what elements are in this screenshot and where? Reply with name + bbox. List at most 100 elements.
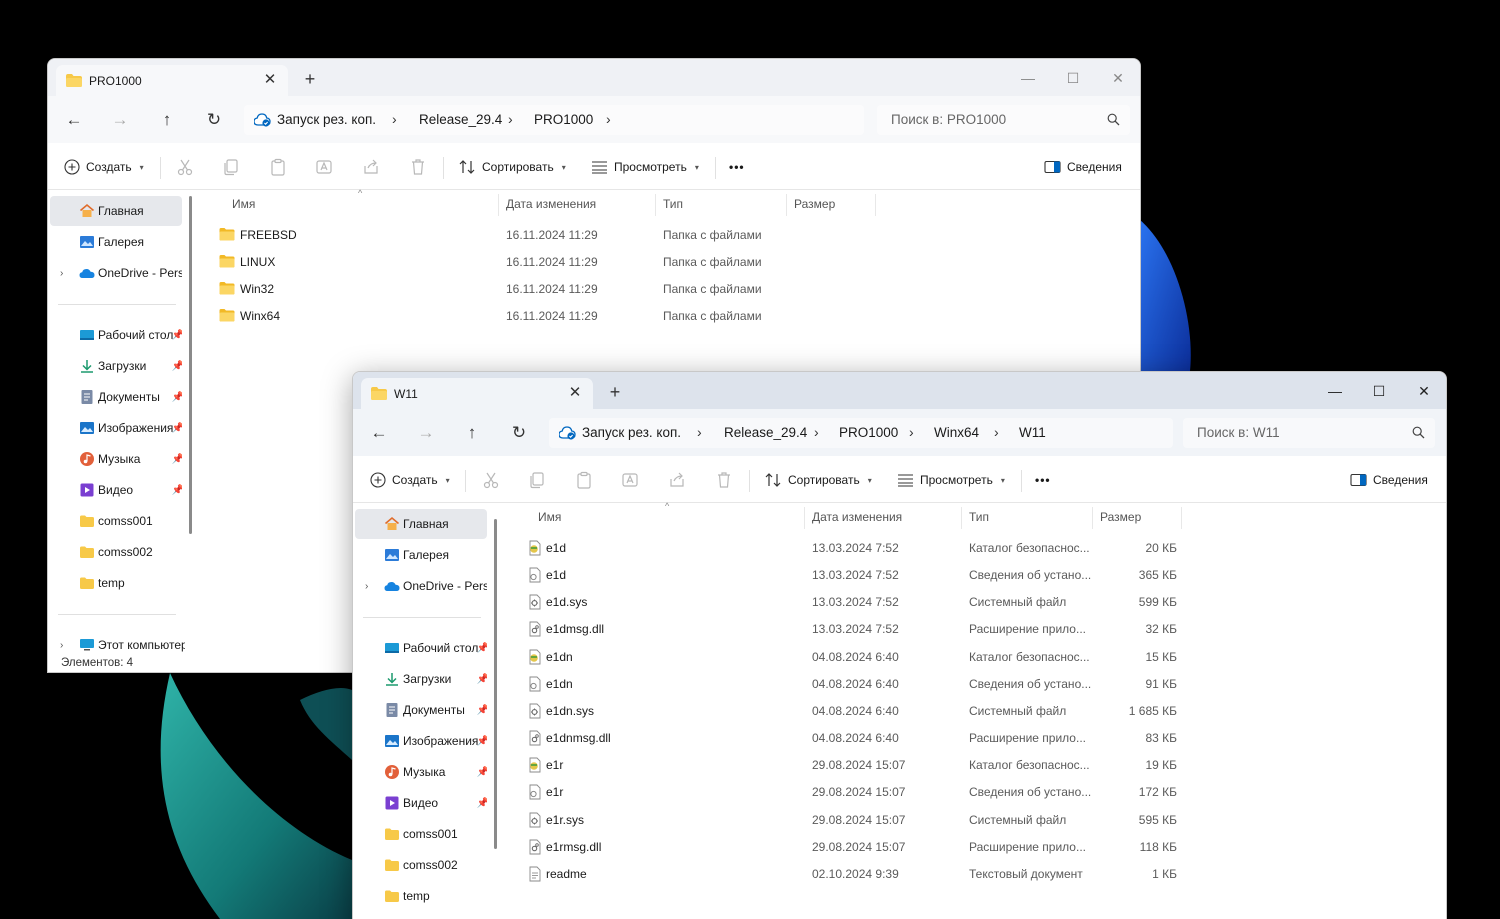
details-button[interactable]: Сведения [1350, 469, 1428, 491]
paste-icon[interactable] [574, 470, 594, 490]
view-button[interactable]: Просмотреть ▾ [897, 469, 1005, 491]
file-row[interactable]: e1r 29.08.2024 15:07 Каталог безопаснос...… [503, 752, 1446, 779]
sidebar-scrollbar[interactable] [494, 519, 497, 849]
file-row[interactable]: e1dnmsg.dll 04.08.2024 6:40 Расширение при… [503, 725, 1446, 752]
chevron-right-icon[interactable]: › [508, 111, 513, 127]
rename-icon[interactable] [314, 157, 334, 177]
breadcrumb-item[interactable]: W11 [1019, 425, 1046, 440]
chevron-right-icon[interactable]: › [909, 424, 914, 440]
chevron-right-icon[interactable]: › [60, 640, 63, 651]
column-separator[interactable] [655, 194, 656, 216]
file-row[interactable]: e1dmsg.dll 13.03.2024 7:52 Расширение прил… [503, 616, 1446, 643]
paste-icon[interactable] [268, 157, 288, 177]
sidebar-item-videos[interactable]: Видео 📌 [355, 788, 487, 818]
maximize-button[interactable]: ☐ [1051, 65, 1095, 91]
sidebar-item-pictures[interactable]: Изображения 📌 [355, 726, 487, 756]
create-button[interactable]: Создать ▾ [64, 156, 144, 178]
column-header-date[interactable]: Дата изменения [812, 510, 902, 524]
rename-icon[interactable] [620, 470, 640, 490]
search-box[interactable]: Поиск в: PRO1000 [877, 105, 1130, 135]
chevron-right-icon[interactable]: › [994, 424, 999, 440]
sort-button[interactable]: Сортировать ▾ [459, 156, 566, 178]
chevron-right-icon[interactable]: › [697, 424, 702, 440]
breadcrumb-item[interactable]: Winx64 [934, 425, 979, 440]
breadcrumb-item[interactable]: PRO1000 [534, 112, 593, 127]
more-options-button[interactable]: ••• [1035, 469, 1051, 491]
close-window-button[interactable]: ✕ [1096, 65, 1140, 91]
chevron-right-icon[interactable]: › [392, 111, 397, 127]
create-button[interactable]: Создать ▾ [370, 469, 450, 491]
file-row[interactable]: e1rmsg.dll 29.08.2024 15:07 Расширение при… [503, 834, 1446, 861]
delete-icon[interactable] [714, 470, 734, 490]
column-separator[interactable] [875, 194, 876, 216]
sidebar-item-gallery[interactable]: Галерея [50, 227, 182, 257]
sidebar-item-documents[interactable]: Документы 📌 [355, 695, 487, 725]
forward-button[interactable]: → [413, 420, 439, 446]
file-row[interactable]: e1dn 04.08.2024 6:40 Каталог безопаснос...… [503, 644, 1446, 671]
sidebar-item-home[interactable]: Главная [50, 196, 182, 226]
breadcrumb-item[interactable]: Запуск рез. коп. [277, 112, 376, 127]
chevron-right-icon[interactable]: › [60, 268, 63, 279]
column-header-size[interactable]: Размер [1100, 510, 1141, 524]
sidebar-item-music[interactable]: Музыка 📌 [355, 757, 487, 787]
file-row[interactable]: e1dn 04.08.2024 6:40 Сведения об устано...… [503, 671, 1446, 698]
sidebar-item-home[interactable]: Главная [355, 509, 487, 539]
copy-icon[interactable] [527, 470, 547, 490]
breadcrumb-item[interactable]: Release_29.4 [419, 112, 502, 127]
file-row[interactable]: e1r 29.08.2024 15:07 Сведения об устано...… [503, 779, 1446, 806]
forward-button[interactable]: → [107, 107, 133, 133]
file-row[interactable]: e1d 13.03.2024 7:52 Каталог безопаснос... 2… [503, 535, 1446, 562]
search-box[interactable]: Поиск в: W11 [1183, 418, 1435, 448]
sidebar-item-onedrive[interactable]: › OneDrive - Personal [355, 571, 487, 601]
sort-button[interactable]: Сортировать ▾ [765, 469, 872, 491]
copy-icon[interactable] [221, 157, 241, 177]
refresh-button[interactable]: ↻ [201, 107, 227, 133]
column-header-type[interactable]: Тип [663, 197, 683, 211]
minimize-button[interactable]: — [1006, 65, 1050, 91]
column-header-size[interactable]: Размер [794, 197, 835, 211]
column-separator[interactable] [786, 194, 787, 216]
column-separator[interactable] [804, 507, 805, 529]
file-row[interactable]: e1r.sys 29.08.2024 15:07 Системный файл 595… [503, 807, 1446, 834]
sidebar-item-onedrive[interactable]: › OneDrive - Personal [50, 258, 182, 288]
sidebar-item-temp[interactable]: temp [355, 881, 487, 911]
up-button[interactable]: ↑ [459, 420, 485, 446]
address-bar[interactable]: Запуск рез. коп. › Release_29.4 › PRO100… [244, 105, 864, 135]
back-button[interactable]: ← [366, 420, 392, 446]
cut-icon[interactable] [481, 470, 501, 490]
breadcrumb-item[interactable]: Release_29.4 [724, 425, 807, 440]
share-icon[interactable] [361, 157, 381, 177]
close-tab-button[interactable]: ✕ [260, 70, 280, 90]
column-separator[interactable] [961, 507, 962, 529]
up-button[interactable]: ↑ [154, 107, 180, 133]
sidebar-item-music[interactable]: Музыка 📌 [50, 444, 182, 474]
sidebar-item-documents[interactable]: Документы 📌 [50, 382, 182, 412]
sidebar-item-comss001[interactable]: comss001 [50, 506, 182, 536]
new-tab-button[interactable]: + [605, 382, 625, 402]
column-header-date[interactable]: Дата изменения [506, 197, 596, 211]
chevron-right-icon[interactable]: › [365, 581, 368, 592]
file-row[interactable]: e1d.sys 13.03.2024 7:52 Системный файл 599 … [503, 589, 1446, 616]
sidebar-item-pictures[interactable]: Изображения 📌 [50, 413, 182, 443]
file-row[interactable]: FREEBSD 16.11.2024 11:29 Папка с файлами [198, 222, 1140, 249]
sidebar-item-desktop[interactable]: Рабочий стол 📌 [50, 320, 182, 350]
file-row[interactable]: Win32 16.11.2024 11:29 Папка с файлами [198, 276, 1140, 303]
cut-icon[interactable] [175, 157, 195, 177]
tab-w11[interactable]: W11 ✕ [361, 378, 593, 409]
refresh-button[interactable]: ↻ [506, 420, 532, 446]
maximize-button[interactable]: ☐ [1357, 378, 1401, 404]
file-row[interactable]: e1dn.sys 04.08.2024 6:40 Системный файл 1 6… [503, 698, 1446, 725]
column-separator[interactable] [498, 194, 499, 216]
sidebar-item-downloads[interactable]: Загрузки 📌 [355, 664, 487, 694]
minimize-button[interactable]: — [1313, 378, 1357, 404]
more-options-button[interactable]: ••• [729, 156, 745, 178]
sidebar-scrollbar[interactable] [189, 196, 192, 534]
sidebar-item-comss002[interactable]: comss002 [355, 850, 487, 880]
sidebar-item-gallery[interactable]: Галерея [355, 540, 487, 570]
tab-pro1000[interactable]: PRO1000 ✕ [56, 65, 288, 96]
file-row[interactable]: LINUX 16.11.2024 11:29 Папка с файлами [198, 249, 1140, 276]
chevron-right-icon[interactable]: › [606, 111, 611, 127]
column-separator[interactable] [1092, 507, 1093, 529]
sidebar-item-downloads[interactable]: Загрузки 📌 [50, 351, 182, 381]
sidebar-item-temp[interactable]: temp [50, 568, 182, 598]
